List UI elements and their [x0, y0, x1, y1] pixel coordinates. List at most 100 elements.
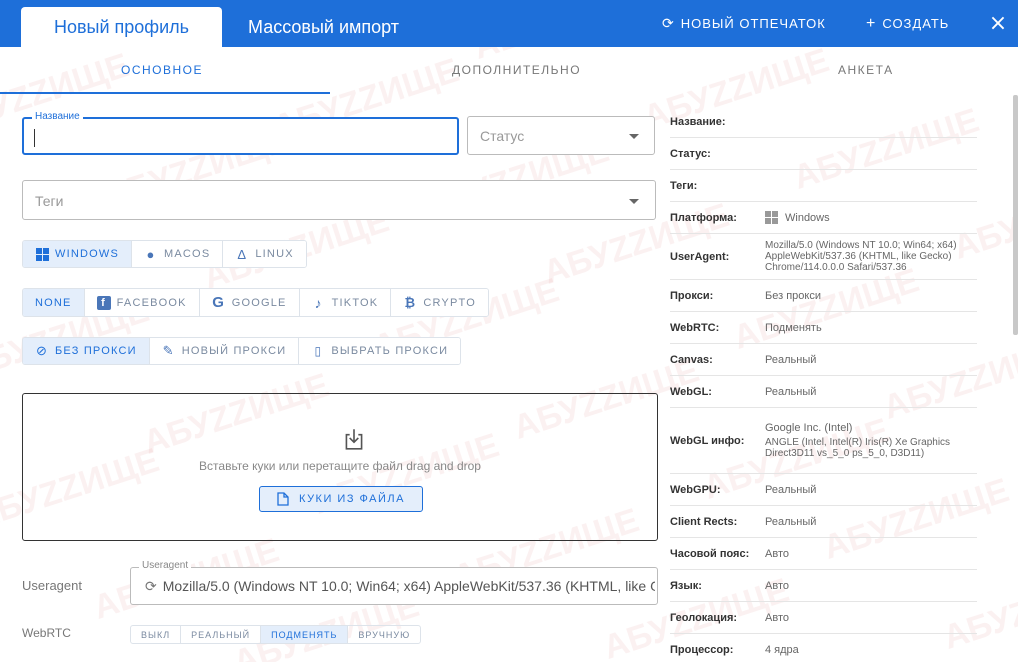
- tab-basic[interactable]: ОСНОВНОЕ: [121, 63, 203, 77]
- webrtc-spoof-button[interactable]: ПОДМЕНЯТЬ: [261, 626, 349, 643]
- summary-row-status: Статус:: [670, 138, 977, 170]
- useragent-legend: Useragent: [139, 560, 192, 571]
- useragent-field[interactable]: Useragent ⟳ Mozilla/5.0 (Windows NT 10.0;…: [130, 560, 658, 605]
- create-button[interactable]: + СОЗДАТЬ: [866, 0, 949, 47]
- os-windows-button[interactable]: WINDOWS: [23, 241, 133, 267]
- new-fingerprint-button[interactable]: ⟳ НОВЫЙ ОТПЕЧАТОК: [662, 0, 826, 47]
- template-tiktok-label: TIKTOK: [331, 296, 379, 309]
- summary-row-webgl-info: WebGL инфо: Google Inc. (Intel) ANGLE (I…: [670, 408, 977, 474]
- template-google-label: GOOGLE: [231, 296, 287, 309]
- summary-row-geolocation: Геолокация: Авто: [670, 602, 977, 634]
- summary-value: Mozilla/5.0 (Windows NT 10.0; Win64; x64…: [765, 240, 957, 273]
- scrollbar[interactable]: [1013, 95, 1018, 335]
- bookmark-icon: ▯: [314, 344, 323, 358]
- summary-value: Авто: [765, 547, 789, 560]
- proxy-new-button[interactable]: ✎ НОВЫЙ ПРОКСИ: [149, 338, 300, 364]
- summary-row-cpu: Процессор: 4 ядра: [670, 634, 977, 662]
- os-macos-button[interactable]: ● MACOS: [132, 241, 224, 267]
- summary-key: WebGL инфо:: [670, 434, 745, 447]
- summary-value: Реальный: [765, 515, 817, 528]
- os-linux-label: LINUX: [255, 248, 294, 260]
- status-select[interactable]: Статус: [467, 116, 655, 155]
- summary-key: WebGPU:: [670, 483, 721, 496]
- summary-value: Авто: [765, 579, 789, 592]
- summary-row-tags: Теги:: [670, 170, 977, 202]
- summary-row-webgpu: WebGPU: Реальный: [670, 474, 977, 506]
- summary-key: Геолокация:: [670, 611, 738, 624]
- summary-value: Реальный: [765, 483, 817, 496]
- tiktok-icon: ♪: [314, 294, 323, 311]
- windows-icon: [35, 247, 49, 261]
- summary-key: Статус:: [670, 147, 711, 160]
- profile-summary: Название: Статус: Теги: Платформа: Windo…: [670, 106, 977, 662]
- template-crypto-button[interactable]: ₿ CRYPTO: [391, 289, 488, 316]
- summary-row-timezone: Часовой пояс: Авто: [670, 538, 977, 570]
- platform-value: Windows: [785, 211, 830, 224]
- template-google-button[interactable]: G GOOGLE: [199, 289, 300, 316]
- webrtc-label: WebRTC: [22, 626, 71, 640]
- summary-key: Процессор:: [670, 644, 734, 656]
- summary-key: Теги:: [670, 179, 698, 192]
- name-field[interactable]: Название: [22, 111, 459, 155]
- summary-value: Google Inc. (Intel) ANGLE (Intel, Intel(…: [765, 422, 965, 459]
- webrtc-off-button[interactable]: ВЫКЛ: [131, 626, 182, 643]
- summary-row-webrtc: WebRTC: Подменять: [670, 312, 977, 344]
- summary-key: UserAgent:: [670, 250, 730, 263]
- template-none-button[interactable]: NONE: [23, 289, 85, 316]
- template-button-group: NONE f FACEBOOK G GOOGLE ♪ TIKTOK ₿ CRYP…: [22, 288, 489, 317]
- summary-row-proxy: Прокси: Без прокси: [670, 280, 977, 312]
- cookies-dropzone[interactable]: Вставьте куки или перетащите файл drag a…: [22, 393, 658, 541]
- webrtc-manual-button[interactable]: ВРУЧНУЮ: [348, 626, 420, 643]
- webrtc-button-group: ВЫКЛ РЕАЛЬНЫЙ ПОДМЕНЯТЬ ВРУЧНУЮ: [130, 625, 422, 644]
- useragent-label: Useragent: [22, 578, 82, 593]
- cookies-from-file-label: КУКИ ИЗ ФАЙЛА: [299, 493, 405, 505]
- summary-key: WebGL:: [670, 385, 712, 398]
- facebook-icon: f: [96, 295, 111, 310]
- summary-value: Реальный: [765, 353, 817, 366]
- summary-row-platform: Платформа: Windows: [670, 202, 977, 234]
- tab-advanced[interactable]: ДОПОЛНИТЕЛЬНО: [452, 63, 581, 77]
- name-field-legend: Название: [32, 111, 83, 122]
- proxy-new-label: НОВЫЙ ПРОКСИ: [181, 345, 287, 357]
- os-windows-label: WINDOWS: [55, 248, 120, 260]
- os-macos-label: MACOS: [164, 248, 211, 260]
- webgl-renderer: ANGLE (Intel, Intel(R) Iris(R) Xe Graphi…: [765, 437, 951, 459]
- summary-value: 4 ядра: [765, 644, 799, 656]
- summary-key: Название:: [670, 115, 726, 128]
- refresh-icon: ⟳: [662, 15, 675, 31]
- summary-row-language: Язык: Авто: [670, 570, 977, 602]
- refresh-icon[interactable]: ⟳: [145, 578, 157, 594]
- apple-icon: ●: [146, 246, 156, 262]
- cookies-from-file-button[interactable]: КУКИ ИЗ ФАЙЛА: [259, 486, 423, 512]
- close-icon[interactable]: ×: [985, 10, 1011, 36]
- summary-key: Часовой пояс:: [670, 547, 750, 560]
- tab-mass-import[interactable]: Массовый импорт: [248, 7, 399, 47]
- summary-key: WebRTC:: [670, 321, 720, 334]
- download-icon: [345, 429, 363, 450]
- template-crypto-label: CRYPTO: [423, 296, 476, 309]
- template-facebook-label: FACEBOOK: [116, 296, 187, 309]
- template-tiktok-button[interactable]: ♪ TIKTOK: [299, 289, 392, 316]
- windows-icon: [765, 211, 778, 224]
- tags-placeholder: Теги: [35, 193, 64, 209]
- summary-value: Windows: [765, 211, 830, 224]
- bitcoin-icon: ₿: [404, 295, 417, 310]
- chevron-down-icon: [629, 199, 639, 204]
- useragent-text: Mozilla/5.0 (Windows NT 10.0; Win64; x64…: [162, 578, 655, 594]
- os-linux-button[interactable]: ∆ LINUX: [223, 241, 306, 267]
- useragent-value: ⟳ Mozilla/5.0 (Windows NT 10.0; Win64; x6…: [145, 578, 655, 595]
- proxy-none-button[interactable]: ⊘ БЕЗ ПРОКСИ: [23, 338, 150, 364]
- summary-row-useragent: UserAgent: Mozilla/5.0 (Windows NT 10.0;…: [670, 234, 977, 280]
- tags-select[interactable]: Теги: [22, 180, 656, 220]
- edit-icon: ✎: [162, 343, 175, 358]
- summary-row-webgl: WebGL: Реальный: [670, 376, 977, 408]
- summary-value: Подменять: [765, 321, 822, 334]
- tab-new-profile[interactable]: Новый профиль: [21, 7, 222, 47]
- tab-questionnaire[interactable]: АНКЕТА: [838, 63, 894, 77]
- top-bar: Новый профиль Массовый импорт ⟳ НОВЫЙ ОТ…: [0, 0, 1018, 47]
- linux-icon: ∆: [237, 246, 247, 262]
- template-facebook-button[interactable]: f FACEBOOK: [84, 289, 200, 316]
- proxy-select-button[interactable]: ▯ ВЫБРАТЬ ПРОКСИ: [299, 338, 461, 364]
- webrtc-real-button[interactable]: РЕАЛЬНЫЙ: [181, 626, 262, 643]
- summary-key: Canvas:: [670, 353, 713, 366]
